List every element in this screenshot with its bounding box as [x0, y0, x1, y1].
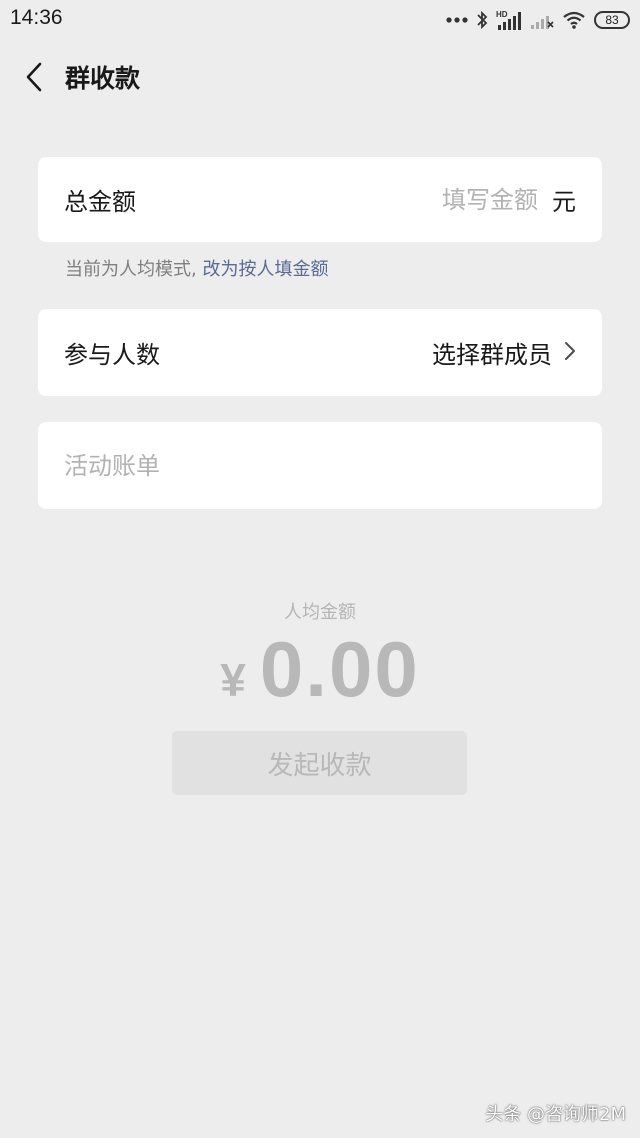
activity-bill-card	[38, 422, 602, 509]
participants-label: 参与人数	[64, 341, 160, 369]
mode-hint: 当前为人均模式, 改为按人填金额	[65, 258, 328, 282]
per-person-label: 人均金额	[284, 602, 356, 623]
start-collection-button[interactable]: 发起收款	[172, 731, 467, 795]
watermark: 头条 @咨询师2M	[485, 1104, 626, 1125]
currency-symbol: ¥	[220, 654, 246, 706]
select-members-button[interactable]: 选择群成员	[432, 335, 576, 370]
back-button[interactable]	[14, 58, 54, 100]
status-icons: HD 83	[446, 8, 630, 32]
back-arrow-icon	[24, 62, 44, 96]
total-amount-input[interactable]	[146, 185, 538, 214]
svg-text:HD: HD	[496, 10, 508, 19]
bluetooth-icon	[476, 10, 488, 30]
total-amount-card: 总金额 元	[38, 157, 602, 242]
per-person-value: 0.00	[259, 625, 420, 713]
battery-icon: 83	[594, 11, 630, 29]
hd-signal-icon: HD	[496, 9, 522, 31]
status-bar: 14:36 HD 83	[0, 0, 640, 40]
currency-unit: 元	[552, 188, 576, 216]
participants-card[interactable]: 参与人数 选择群成员	[38, 309, 602, 396]
activity-bill-input[interactable]	[64, 451, 576, 480]
page-title: 群收款	[65, 64, 141, 93]
chevron-right-icon	[564, 340, 576, 366]
signal-icon	[530, 10, 554, 30]
select-members-label: 选择群成员	[432, 341, 552, 369]
per-person-amount: ¥ 0.00	[0, 624, 640, 715]
more-dots-icon	[446, 17, 468, 23]
switch-mode-link[interactable]: 改为按人填金额	[202, 259, 328, 280]
wifi-icon	[562, 10, 586, 30]
total-amount-label: 总金额	[64, 188, 136, 216]
status-time: 14:36	[10, 6, 63, 29]
mode-hint-text: 当前为人均模式,	[65, 259, 197, 280]
